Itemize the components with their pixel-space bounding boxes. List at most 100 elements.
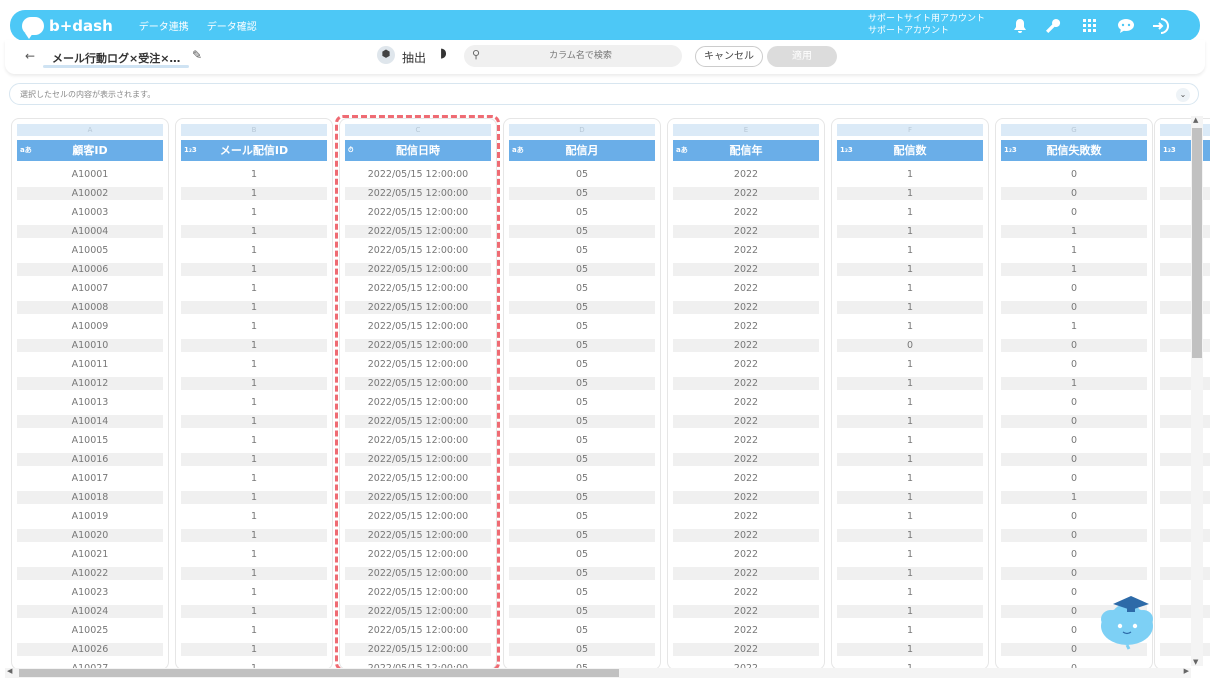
table-cell[interactable]: A10009: [17, 320, 163, 333]
table-cell[interactable]: A10002: [17, 187, 163, 200]
table-cell[interactable]: 0: [1001, 168, 1147, 181]
table-cell[interactable]: 2022/05/15 12:00:00: [345, 339, 491, 352]
table-cell[interactable]: 1: [181, 358, 327, 371]
column-letter[interactable]: F: [837, 124, 983, 136]
scroll-left-icon[interactable]: ◀: [7, 667, 12, 675]
table-cell[interactable]: 0: [837, 339, 983, 352]
table-cell[interactable]: 2022/05/15 12:00:00: [345, 396, 491, 409]
table-cell[interactable]: 2022/05/15 12:00:00: [345, 358, 491, 371]
nav-data-check[interactable]: データ確認: [207, 18, 257, 33]
column-header[interactable]: aあ 配信月: [509, 140, 655, 161]
table-cell[interactable]: 2022/05/15 12:00:00: [345, 491, 491, 504]
table-cell[interactable]: 0: [1001, 434, 1147, 447]
table-cell[interactable]: 05: [509, 206, 655, 219]
table-cell[interactable]: 1: [181, 491, 327, 504]
table-cell[interactable]: 05: [509, 529, 655, 542]
table-cell[interactable]: 1: [181, 624, 327, 637]
table-cell[interactable]: A10007: [17, 282, 163, 295]
table-cell[interactable]: 0: [1001, 301, 1147, 314]
logout-icon[interactable]: [1151, 16, 1171, 36]
vertical-scrollbar[interactable]: ▲ ▼: [1191, 116, 1203, 666]
table-cell[interactable]: 05: [509, 225, 655, 238]
column-header[interactable]: ⏱ 配信日時: [345, 140, 491, 161]
table-cell[interactable]: A10003: [17, 206, 163, 219]
table-cell[interactable]: A10010: [17, 339, 163, 352]
table-cell[interactable]: 0: [1001, 358, 1147, 371]
table-cell[interactable]: 1: [837, 263, 983, 276]
filter-icon[interactable]: ◗: [440, 46, 447, 61]
column-header[interactable]: aあ 配信年: [673, 140, 819, 161]
table-cell[interactable]: 2022: [673, 339, 819, 352]
table-cell[interactable]: 0: [1001, 206, 1147, 219]
column-header[interactable]: 1₂3 メール配信ID: [181, 140, 327, 161]
table-cell[interactable]: 05: [509, 605, 655, 618]
table-cell[interactable]: 1: [181, 377, 327, 390]
table-cell[interactable]: 1: [181, 567, 327, 580]
table-cell[interactable]: 1: [837, 396, 983, 409]
table-cell[interactable]: 05: [509, 586, 655, 599]
table-cell[interactable]: A10016: [17, 453, 163, 466]
table-cell[interactable]: 2022/05/15 12:00:00: [345, 643, 491, 656]
table-cell[interactable]: 0: [1001, 548, 1147, 561]
mascot-helper-icon[interactable]: [1097, 592, 1159, 650]
table-cell[interactable]: A10006: [17, 263, 163, 276]
table-cell[interactable]: 1: [837, 415, 983, 428]
table-cell[interactable]: 2022: [673, 320, 819, 333]
table-cell[interactable]: 1: [837, 244, 983, 257]
table-cell[interactable]: 1: [837, 358, 983, 371]
table-cell[interactable]: 1: [1001, 320, 1147, 333]
table-cell[interactable]: 1: [1001, 244, 1147, 257]
table-cell[interactable]: A10019: [17, 510, 163, 523]
table-cell[interactable]: 2022: [673, 529, 819, 542]
table-cell[interactable]: 1: [837, 605, 983, 618]
table-cell[interactable]: 05: [509, 624, 655, 637]
table-cell[interactable]: 0: [1001, 282, 1147, 295]
table-cell[interactable]: 2022/05/15 12:00:00: [345, 282, 491, 295]
table-cell[interactable]: 0: [1001, 187, 1147, 200]
table-cell[interactable]: 05: [509, 453, 655, 466]
table-cell[interactable]: A10008: [17, 301, 163, 314]
table-cell[interactable]: A10005: [17, 244, 163, 257]
table-cell[interactable]: 2022: [673, 263, 819, 276]
scroll-up-icon[interactable]: ▲: [1193, 116, 1198, 124]
table-cell[interactable]: 1: [181, 320, 327, 333]
column-header[interactable]: 1₂3 配信失敗数: [1001, 140, 1147, 161]
table-cell[interactable]: 2022/05/15 12:00:00: [345, 529, 491, 542]
extract-label[interactable]: 抽出: [402, 49, 426, 66]
table-cell[interactable]: 1: [181, 643, 327, 656]
table-cell[interactable]: A10020: [17, 529, 163, 542]
table-cell[interactable]: 1: [181, 263, 327, 276]
table-cell[interactable]: 2022/05/15 12:00:00: [345, 225, 491, 238]
table-cell[interactable]: 1: [837, 548, 983, 561]
table-cell[interactable]: 1: [1001, 263, 1147, 276]
table-cell[interactable]: 1: [181, 396, 327, 409]
table-cell[interactable]: 05: [509, 244, 655, 257]
column-letter[interactable]: B: [181, 124, 327, 136]
table-cell[interactable]: 2022: [673, 586, 819, 599]
table-cell[interactable]: 2022: [673, 567, 819, 580]
table-cell[interactable]: A10025: [17, 624, 163, 637]
table-cell[interactable]: 1: [181, 529, 327, 542]
account-info[interactable]: サポートサイト用アカウント サポートアカウント: [868, 13, 985, 37]
table-cell[interactable]: 1: [181, 472, 327, 485]
table-cell[interactable]: 2022/05/15 12:00:00: [345, 187, 491, 200]
table-cell[interactable]: 05: [509, 320, 655, 333]
table-cell[interactable]: 1: [837, 434, 983, 447]
table-cell[interactable]: 0: [1001, 415, 1147, 428]
table-cell[interactable]: 2022/05/15 12:00:00: [345, 453, 491, 466]
table-cell[interactable]: 2022: [673, 206, 819, 219]
cancel-button[interactable]: キャンセル: [695, 46, 763, 67]
column-header[interactable]: 1₂3 配信数: [837, 140, 983, 161]
table-cell[interactable]: 0: [1001, 567, 1147, 580]
wrench-icon[interactable]: [1043, 16, 1063, 36]
grid-icon[interactable]: [1080, 16, 1100, 36]
table-cell[interactable]: 1: [837, 453, 983, 466]
table-cell[interactable]: 1: [837, 282, 983, 295]
table-cell[interactable]: 1: [837, 168, 983, 181]
table-cell[interactable]: 1: [181, 510, 327, 523]
back-arrow-icon[interactable]: ←: [25, 49, 35, 63]
table-cell[interactable]: 1: [837, 529, 983, 542]
table-cell[interactable]: 2022/05/15 12:00:00: [345, 377, 491, 390]
table-cell[interactable]: 2022/05/15 12:00:00: [345, 434, 491, 447]
horizontal-scroll-thumb[interactable]: [19, 669, 619, 677]
